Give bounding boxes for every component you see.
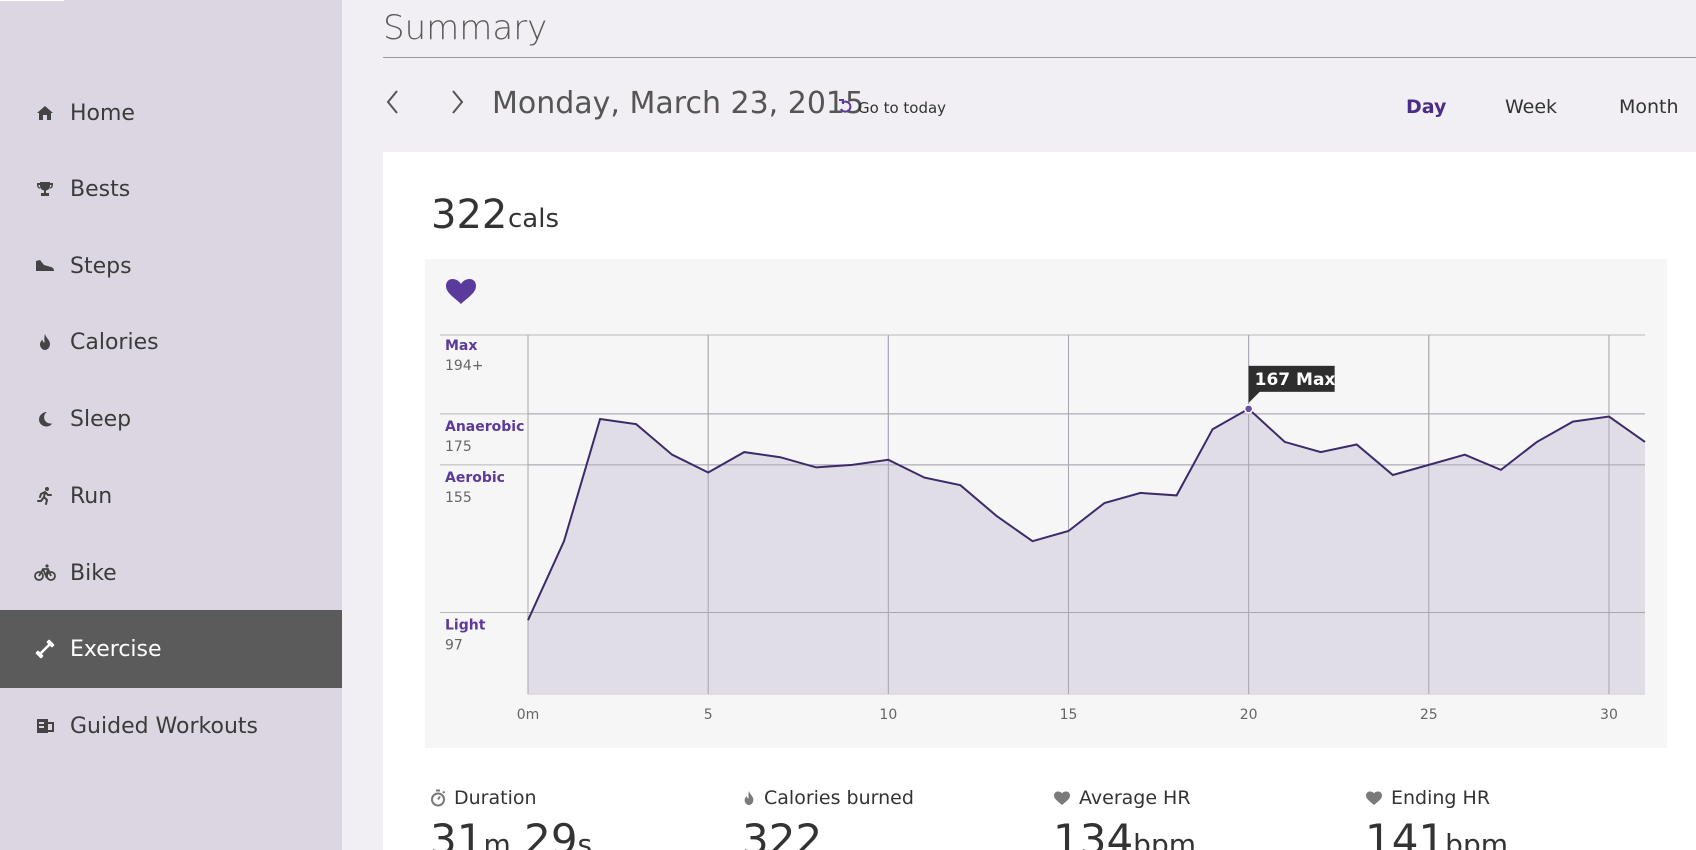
chevron-left-icon [386,89,400,119]
sidebar-item-exercise[interactable]: Exercise [0,610,342,688]
flame-icon [742,789,756,807]
heart-rate-chart-svg: Max 194+ Anaerobic 175 Aerobic 155 Light 97 0m 5 1… [440,278,1646,723]
zone-value: 194+ [445,358,483,374]
duration-minutes-unit: m [483,828,511,850]
stat-label-text: Ending HR [1391,787,1491,809]
max-hr-marker [1243,404,1254,414]
stat-duration: Duration 31m 29s [430,787,592,850]
zone-label: Anaerobic [445,419,524,435]
calories-unit: cals [508,204,559,234]
stat-calories-burned: Calories burned 322 [742,787,914,850]
moon-icon [34,408,56,430]
heart-icon [1053,790,1071,806]
sidebar-item-home[interactable]: Home [0,74,342,152]
sidebar-item-label: Bests [70,176,131,202]
heart-rate-area [528,408,1645,694]
calories-total: 322 [431,192,508,238]
duration-seconds: 29 [524,815,578,850]
x-tick-label: 15 [1060,707,1078,723]
ending-hr-unit: bpm [1445,828,1508,850]
stat-ending-hr: Ending HR 141bpm [1365,787,1508,850]
workout-icon [34,715,56,737]
sidebar-item-label: Sleep [70,406,132,432]
sidebar-top-line [0,0,64,1]
zone-label: Light [445,618,486,634]
sidebar-item-guided-workouts[interactable]: Guided Workouts [0,687,342,765]
sidebar-item-label: Calories [70,329,159,355]
shoe-icon [34,255,56,277]
average-hr-unit: bpm [1133,828,1196,850]
stat-label-text: Average HR [1079,787,1191,809]
stat-average-hr: Average HR 134bpm [1053,787,1196,850]
flame-icon [34,331,56,353]
x-tick-label: 30 [1600,707,1618,723]
next-day-button[interactable] [442,86,472,122]
sidebar-item-bike[interactable]: Bike [0,534,342,612]
title-divider [383,57,1696,58]
duration-seconds-unit: s [577,828,593,850]
go-to-today-link[interactable]: Go to today [838,99,946,117]
average-hr-value: 134 [1053,815,1134,850]
tab-day[interactable]: Day [1406,96,1446,118]
duration-minutes: 31 [430,815,484,850]
previous-day-button[interactable] [378,86,408,122]
sidebar-item-label: Run [70,483,113,509]
sidebar-item-run[interactable]: Run [0,457,342,535]
trophy-icon [34,178,56,200]
max-hr-callout-text: 167 Max [1255,370,1336,390]
x-tick-label: 10 [879,707,897,723]
home-icon [34,102,56,124]
tab-week[interactable]: Week [1505,96,1557,118]
sidebar-item-label: Guided Workouts [70,713,258,739]
sidebar-item-label: Home [70,100,135,126]
zone-value: 155 [445,490,472,506]
x-tick-label: 0m [517,707,540,723]
heart-rate-chart: Max 194+ Anaerobic 175 Aerobic 155 Light 97 0m 5 1… [425,259,1667,748]
ending-hr-value: 141 [1365,815,1446,850]
x-tick-label: 20 [1240,707,1258,723]
stat-label-text: Calories burned [764,787,914,809]
calories-burned-value: 322 [742,815,823,850]
x-tick-label: 25 [1420,707,1438,723]
dumbbell-icon [34,638,56,660]
sidebar: Home Bests Steps Calories Sleep Run Bike… [0,0,342,850]
sidebar-item-sleep[interactable]: Sleep [0,380,342,458]
current-date: Monday, March 23, 2015 [492,86,865,121]
sidebar-item-label: Exercise [70,636,162,662]
tab-month[interactable]: Month [1619,96,1679,118]
zone-value: 97 [445,638,463,654]
chevron-right-icon [450,89,464,119]
sidebar-item-calories[interactable]: Calories [0,303,342,381]
runner-icon [34,485,56,507]
zone-value: 175 [445,439,472,455]
sidebar-item-label: Bike [70,560,117,586]
heart-icon [1365,790,1383,806]
sidebar-item-bests[interactable]: Bests [0,150,342,228]
sidebar-item-steps[interactable]: Steps [0,227,342,305]
zone-label: Aerobic [445,470,505,486]
bike-icon [34,562,56,584]
stopwatch-icon [430,789,446,807]
undo-arrow-icon [838,99,852,117]
x-tick-label: 5 [704,707,713,723]
stat-label-text: Duration [454,787,537,809]
go-to-today-label: Go to today [858,99,947,117]
sidebar-item-label: Steps [70,253,132,279]
max-hr-callout-pointer [1248,390,1261,403]
page-title: Summary [383,8,548,48]
heart-icon [446,278,476,304]
zone-label: Max [445,338,477,354]
